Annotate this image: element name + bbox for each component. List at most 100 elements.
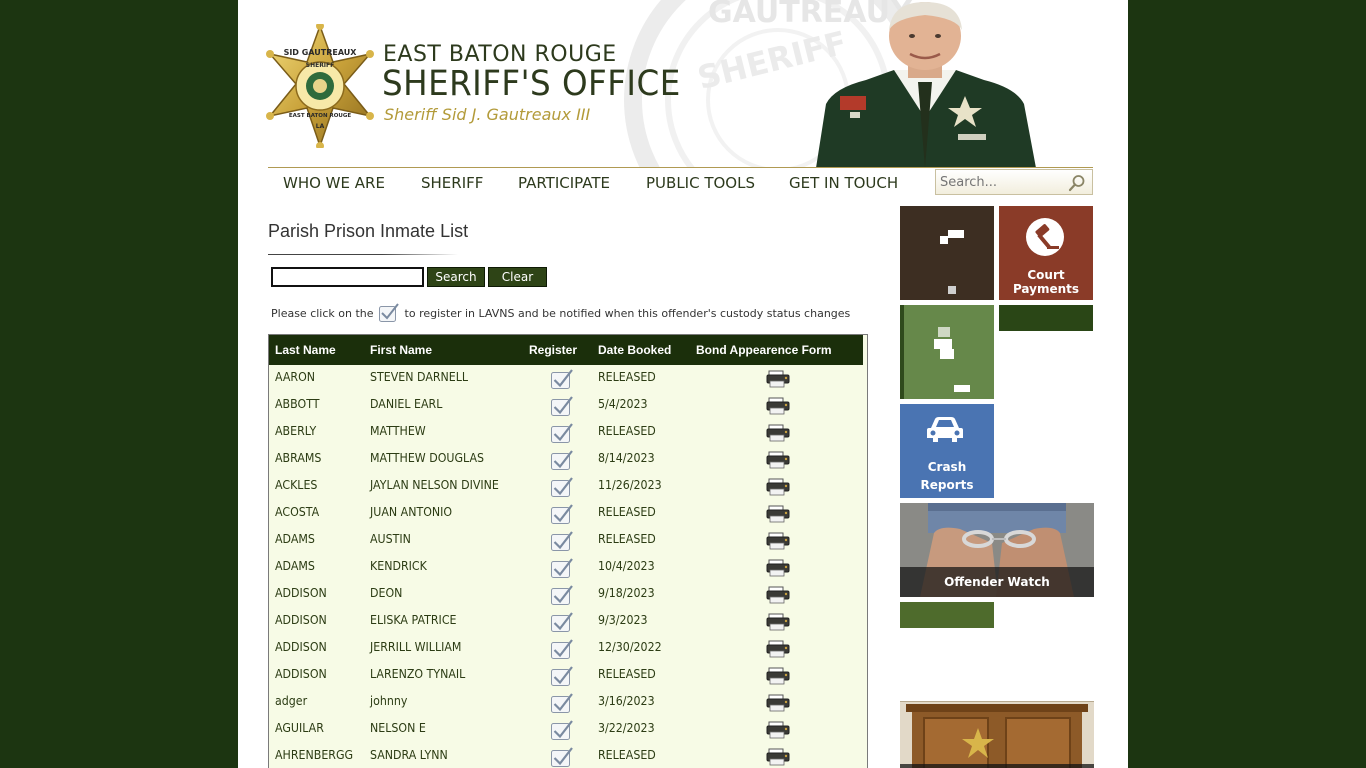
table-body: AARON STEVEN DARNELL RELEASED ABBOTT DANIEL … (269, 365, 863, 768)
nav-participate[interactable]: PARTICIPATE (518, 174, 610, 192)
bond-form-printer-icon[interactable] (766, 748, 792, 766)
table-row: ADDISON JERRILL WILLIAM 12/30/2022 (269, 635, 863, 662)
register-check-icon[interactable] (550, 584, 574, 606)
register-check-icon[interactable] (550, 719, 574, 741)
cell-date-booked: 11/26/2023 (598, 478, 662, 492)
header-first-name[interactable]: First Name (370, 343, 432, 357)
tile-pixel-mark (940, 236, 948, 244)
header-date-booked[interactable]: Date Booked (598, 343, 671, 357)
cell-first-name: NELSON E (370, 721, 426, 735)
register-check-icon[interactable] (550, 638, 574, 660)
page-title: Parish Prison Inmate List (268, 221, 469, 241)
tile-court-payments[interactable]: Court Payments (999, 206, 1093, 300)
bond-form-printer-icon[interactable] (766, 505, 792, 523)
cell-first-name: johnny (370, 694, 408, 708)
table-row: ADDISON LARENZO TYNAIL RELEASED (269, 662, 863, 689)
crash-reports-label-1: Crash (927, 460, 967, 474)
register-check-icon[interactable] (550, 476, 574, 498)
cell-date-booked: RELEASED (598, 505, 656, 519)
table-row: adger johnny 3/16/2023 (269, 689, 863, 716)
cell-date-booked: 10/4/2023 (598, 559, 655, 573)
badge-text-mid: SHERIFF (306, 62, 335, 69)
search-icon[interactable] (1068, 174, 1086, 192)
nav-sheriff[interactable]: SHERIFF (421, 174, 483, 192)
cell-last-name: ABBOTT (275, 397, 320, 411)
register-check-icon[interactable] (550, 503, 574, 525)
bond-form-printer-icon[interactable] (766, 532, 792, 550)
cell-last-name: AGUILAR (275, 721, 324, 735)
bond-form-printer-icon[interactable] (766, 613, 792, 631)
badge-text-top: SID GAUTREAUX (284, 48, 358, 57)
register-check-icon[interactable] (550, 611, 574, 633)
title-divider (268, 254, 458, 255)
bond-form-printer-icon[interactable] (766, 559, 792, 577)
bond-form-printer-icon[interactable] (766, 424, 792, 442)
bond-form-printer-icon[interactable] (766, 667, 792, 685)
site-header: GAUTREAUX SHERIFF SID GAUTREAUX SHERIFF … (238, 0, 1128, 168)
cell-last-name: ADDISON (275, 640, 327, 654)
cell-first-name: DANIEL EARL (370, 397, 443, 411)
register-check-icon[interactable] (550, 665, 574, 687)
bond-form-printer-icon[interactable] (766, 640, 792, 658)
tile-cabinet-photo[interactable] (900, 701, 1094, 768)
bond-form-printer-icon[interactable] (766, 478, 792, 496)
tile-offender-watch[interactable]: Offender Watch (900, 503, 1094, 597)
clear-button[interactable]: Clear (488, 267, 547, 287)
table-row: ACOSTA JUAN ANTONIO RELEASED (269, 500, 863, 527)
register-check-icon[interactable] (550, 530, 574, 552)
bond-form-printer-icon[interactable] (766, 721, 792, 739)
table-row: ABRAMS MATTHEW DOUGLAS 8/14/2023 (269, 446, 863, 473)
table-row: ADAMS AUSTIN RELEASED (269, 527, 863, 554)
court-payments-label-1: Court (1027, 268, 1065, 282)
bond-form-printer-icon[interactable] (766, 451, 792, 469)
bond-form-printer-icon[interactable] (766, 694, 792, 712)
cell-last-name: AARON (275, 370, 316, 384)
bond-form-printer-icon[interactable] (766, 586, 792, 604)
register-check-icon[interactable] (550, 395, 574, 417)
bond-form-printer-icon[interactable] (766, 370, 792, 388)
table-row: AHRENBERGG SANDRA LYNN RELEASED (269, 743, 863, 768)
cell-first-name: AUSTIN (370, 532, 411, 546)
register-check-icon[interactable] (550, 422, 574, 444)
nav-public-tools[interactable]: PUBLIC TOOLS (646, 174, 755, 192)
tile-green[interactable] (900, 305, 994, 399)
tile-crash-reports[interactable]: Crash Reports (900, 404, 994, 498)
cell-first-name: STEVEN DARNELL (370, 370, 469, 384)
cell-first-name: DEON (370, 586, 403, 600)
table-row: ADAMS KENDRICK 10/4/2023 (269, 554, 863, 581)
cell-last-name: ADDISON (275, 667, 327, 681)
main-nav: WHO WE ARE SHERIFF PARTICIPATE PUBLIC TO… (268, 167, 1093, 197)
cell-first-name: ELISKA PATRICE (370, 613, 457, 627)
tile-olive-strip[interactable] (900, 602, 994, 628)
register-check-icon[interactable] (550, 368, 574, 390)
register-check-icon[interactable] (550, 557, 574, 579)
tile-dark-brown[interactable] (900, 206, 994, 300)
lavns-note-before: Please click on the (271, 307, 374, 320)
bond-form-printer-icon[interactable] (766, 397, 792, 415)
sheriff-portrait (816, 2, 1036, 168)
tile-dark-green-strip[interactable] (999, 305, 1093, 331)
court-payments-label-2: Payments (1012, 282, 1080, 296)
badge-text-state: LA (316, 123, 325, 130)
inmate-search-button[interactable]: Search (427, 267, 485, 287)
header-bond-form: Bond Appearence Form (696, 343, 832, 357)
nav-get-in-touch[interactable]: GET IN TOUCH (789, 174, 898, 192)
cell-first-name: JAYLAN NELSON DIVINE (370, 478, 499, 492)
table-header: Last Name First Name Register Date Booke… (269, 335, 863, 365)
register-check-icon[interactable] (550, 692, 574, 714)
table-row: ABERLY MATTHEW RELEASED (269, 419, 863, 446)
register-check-icon[interactable] (550, 449, 574, 471)
header-register: Register (529, 343, 578, 357)
cell-date-booked: RELEASED (598, 532, 656, 546)
nav-who-we-are[interactable]: WHO WE ARE (283, 174, 385, 192)
offender-watch-label: Offender Watch (944, 575, 1050, 589)
header-last-name[interactable]: Last Name (275, 343, 336, 357)
cell-date-booked: 12/30/2022 (598, 640, 662, 654)
register-check-icon[interactable] (550, 746, 574, 768)
inmate-search-input[interactable] (271, 267, 424, 287)
site-search-input[interactable] (940, 173, 1070, 191)
gavel-icon (1026, 218, 1064, 256)
cell-last-name: ABRAMS (275, 451, 322, 465)
cell-last-name: ADAMS (275, 559, 315, 573)
cell-date-booked: 9/18/2023 (598, 586, 655, 600)
